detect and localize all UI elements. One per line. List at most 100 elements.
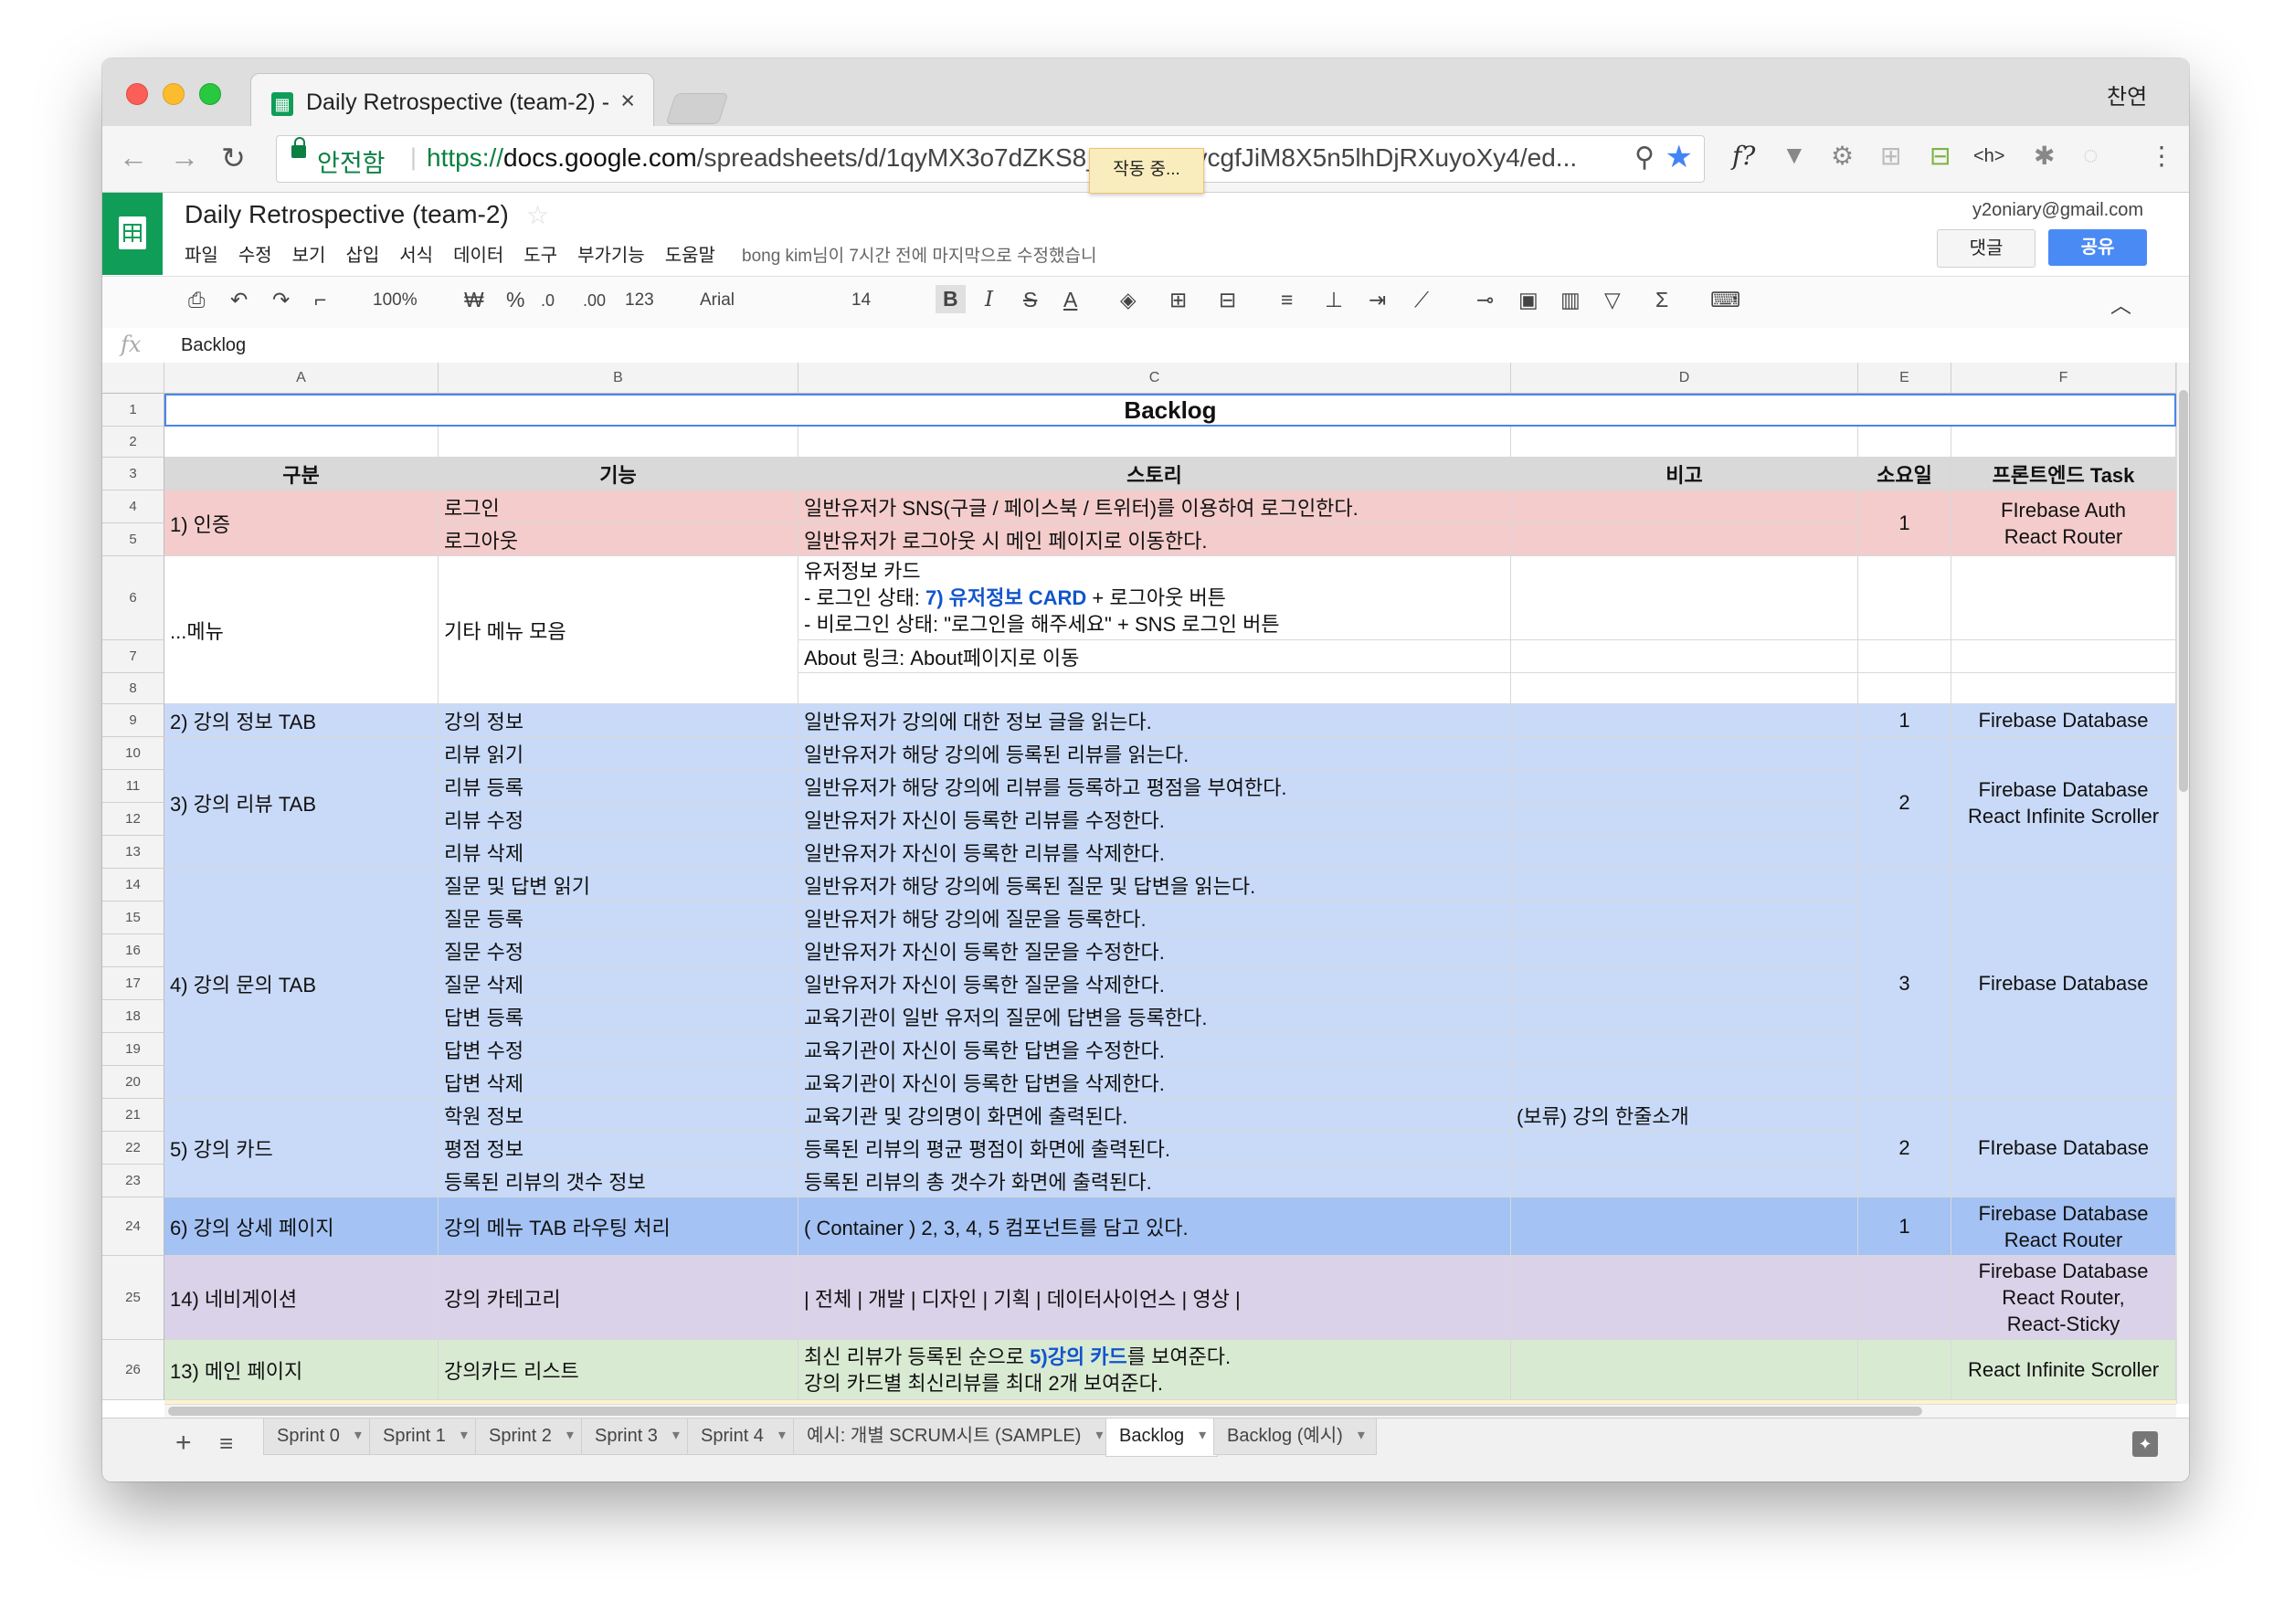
- last-edit-link[interactable]: bong kim님이 7시간 전에 마지막으로 수정했습니: [742, 242, 1096, 267]
- star-icon[interactable]: ☆: [526, 200, 549, 230]
- new-tab-button[interactable]: [665, 93, 729, 124]
- column-header-e[interactable]: E: [1858, 363, 1951, 394]
- row-header[interactable]: 17: [102, 967, 164, 1000]
- note-cell[interactable]: [1511, 737, 1858, 770]
- group-cell-main[interactable]: 13) 메인 페이지: [164, 1340, 439, 1400]
- row-header[interactable]: 3: [102, 458, 164, 490]
- row-header[interactable]: 19: [102, 1033, 164, 1066]
- days-cell[interactable]: 1: [1858, 1197, 1951, 1256]
- note-cell[interactable]: [1511, 1000, 1858, 1033]
- row-header[interactable]: 15: [102, 902, 164, 934]
- days-cell[interactable]: [1858, 640, 1951, 673]
- text-wrap-icon[interactable]: ⇥: [1369, 288, 1386, 312]
- note-cell[interactable]: [1511, 704, 1858, 737]
- empty-cell[interactable]: [798, 427, 1511, 458]
- close-window-button[interactable]: [126, 83, 148, 105]
- row-header[interactable]: 24: [102, 1197, 164, 1256]
- days-cell[interactable]: 2: [1858, 1099, 1951, 1197]
- story-cell[interactable]: 일반유저가 자신이 등록한 질문을 수정한다.: [798, 934, 1511, 967]
- redo-icon[interactable]: ↷: [272, 288, 290, 312]
- feature-cell[interactable]: 강의 카테고리: [439, 1256, 798, 1340]
- header-feature[interactable]: 기능: [439, 458, 798, 490]
- row-header[interactable]: 2: [102, 427, 164, 458]
- note-cell[interactable]: [1511, 1197, 1858, 1256]
- row-header[interactable]: 9: [102, 704, 164, 737]
- spreadsheet-grid[interactable]: A B C D E F 1 2 3 4 5 6 7 8 9 10 11 12 1…: [102, 363, 2176, 1404]
- story-cell[interactable]: 일반유저가 자신이 등록한 리뷰를 삭제한다.: [798, 836, 1511, 869]
- note-cell[interactable]: [1511, 640, 1858, 673]
- group-cell-card[interactable]: 5) 강의 카드: [164, 1099, 439, 1197]
- insert-comment-icon[interactable]: ▣: [1518, 288, 1539, 312]
- empty-cell[interactable]: [798, 673, 1511, 704]
- functions-icon[interactable]: Σ: [1655, 288, 1668, 312]
- task-cell[interactable]: [1951, 673, 2176, 704]
- maximize-window-button[interactable]: [199, 83, 221, 105]
- story-cell[interactable]: 교육기관 및 강의명이 화면에 출력된다.: [798, 1099, 1511, 1132]
- feature-cell[interactable]: 질문 수정: [439, 934, 798, 967]
- feature-cell[interactable]: 강의 메뉴 TAB 라우팅 처리: [439, 1197, 798, 1256]
- group-cell-auth[interactable]: 1) 인증: [164, 490, 439, 556]
- feature-cell[interactable]: 답변 수정: [439, 1033, 798, 1066]
- more-formats-button[interactable]: 123: [625, 290, 654, 311]
- row-header[interactable]: 16: [102, 934, 164, 967]
- extension-vue-icon[interactable]: ▼: [1782, 141, 1807, 170]
- task-cell[interactable]: FIrebase Auth React Router: [1951, 490, 2176, 556]
- story-cell[interactable]: 교육기관이 자신이 등록한 답변을 삭제한다.: [798, 1066, 1511, 1099]
- back-icon[interactable]: ←: [119, 141, 148, 174]
- bookmark-star-icon[interactable]: ★: [1665, 139, 1693, 175]
- feature-cell[interactable]: 질문 등록: [439, 902, 798, 934]
- note-cell[interactable]: [1511, 902, 1858, 934]
- increase-decimal-button[interactable]: .00: [583, 291, 606, 311]
- tab-close-icon[interactable]: ×: [620, 87, 635, 115]
- address-bar[interactable]: 안전함 | https://docs.google.com/spreadshee…: [276, 135, 1705, 183]
- story-cell[interactable]: ( Container ) 2, 3, 4, 5 컴포넌트를 담고 있다.: [798, 1197, 1511, 1256]
- input-tools-icon[interactable]: ⌨: [1710, 288, 1740, 312]
- explore-icon[interactable]: ✦: [2132, 1431, 2158, 1457]
- font-size-select[interactable]: 14: [851, 290, 871, 311]
- extension-bug-icon[interactable]: ✱: [2034, 141, 2055, 171]
- menu-addons[interactable]: 부가기능: [577, 240, 645, 267]
- group-cell-qna[interactable]: 4) 강의 문의 TAB: [164, 869, 439, 1099]
- group-cell-menu[interactable]: ...메뉴: [164, 556, 439, 704]
- row-header[interactable]: 22: [102, 1132, 164, 1165]
- days-cell[interactable]: [1858, 673, 1951, 704]
- feature-cell[interactable]: 질문 삭제: [439, 967, 798, 1000]
- row-header[interactable]: 23: [102, 1165, 164, 1197]
- story-cell[interactable]: 교육기관이 자신이 등록한 답변을 수정한다.: [798, 1033, 1511, 1066]
- note-cell[interactable]: [1511, 490, 1858, 523]
- minimize-window-button[interactable]: [163, 83, 185, 105]
- empty-cell[interactable]: [164, 427, 439, 458]
- currency-format-button[interactable]: ₩: [464, 288, 484, 312]
- borders-icon[interactable]: ⊞: [1169, 288, 1187, 312]
- note-cell[interactable]: (보류) 강의 한줄소개: [1511, 1099, 1858, 1132]
- note-cell[interactable]: [1511, 836, 1858, 869]
- note-cell[interactable]: [1511, 1340, 1858, 1400]
- menu-edit[interactable]: 수정: [238, 240, 272, 267]
- column-header-f[interactable]: F: [1951, 363, 2176, 394]
- column-header-b[interactable]: B: [439, 363, 798, 394]
- comment-button[interactable]: 댓글: [1937, 229, 2036, 268]
- column-header-a[interactable]: A: [164, 363, 439, 394]
- header-story[interactable]: 스토리: [798, 458, 1511, 490]
- story-cell[interactable]: 교육기관이 일반 유저의 질문에 답변을 등록한다.: [798, 1000, 1511, 1033]
- strikethrough-button[interactable]: S: [1023, 288, 1037, 312]
- group-cell-nav[interactable]: 14) 네비게이션: [164, 1256, 439, 1340]
- story-cell[interactable]: 일반유저가 자신이 등록한 질문을 삭제한다.: [798, 967, 1511, 1000]
- note-cell[interactable]: [1511, 523, 1858, 556]
- note-cell[interactable]: [1511, 556, 1858, 640]
- url-text[interactable]: https://docs.google.com/spreadsheets/d/1…: [427, 143, 1577, 173]
- story-cell[interactable]: 일반유저가 자신이 등록한 리뷰를 수정한다.: [798, 803, 1511, 836]
- menu-view[interactable]: 보기: [292, 240, 326, 267]
- print-icon[interactable]: ⎙: [188, 288, 205, 312]
- feature-cell[interactable]: 질문 및 답변 읽기: [439, 869, 798, 902]
- zoom-icon[interactable]: ⚲: [1634, 142, 1655, 174]
- browser-menu-icon[interactable]: ⋮: [2149, 141, 2174, 171]
- zoom-select[interactable]: 100%: [373, 290, 418, 311]
- feature-cell[interactable]: 리뷰 삭제: [439, 836, 798, 869]
- note-cell[interactable]: [1511, 673, 1858, 704]
- task-cell[interactable]: FIrebase Database: [1951, 1099, 2176, 1197]
- story-cell[interactable]: 일반유저가 SNS(구글 / 페이스북 / 트위터)를 이용하여 로그인한다.: [798, 490, 1511, 523]
- document-title[interactable]: Daily Retrospective (team-2): [185, 200, 509, 229]
- feature-cell[interactable]: 등록된 리뷰의 갯수 정보: [439, 1165, 798, 1197]
- text-rotate-icon[interactable]: ⟋: [1414, 288, 1429, 312]
